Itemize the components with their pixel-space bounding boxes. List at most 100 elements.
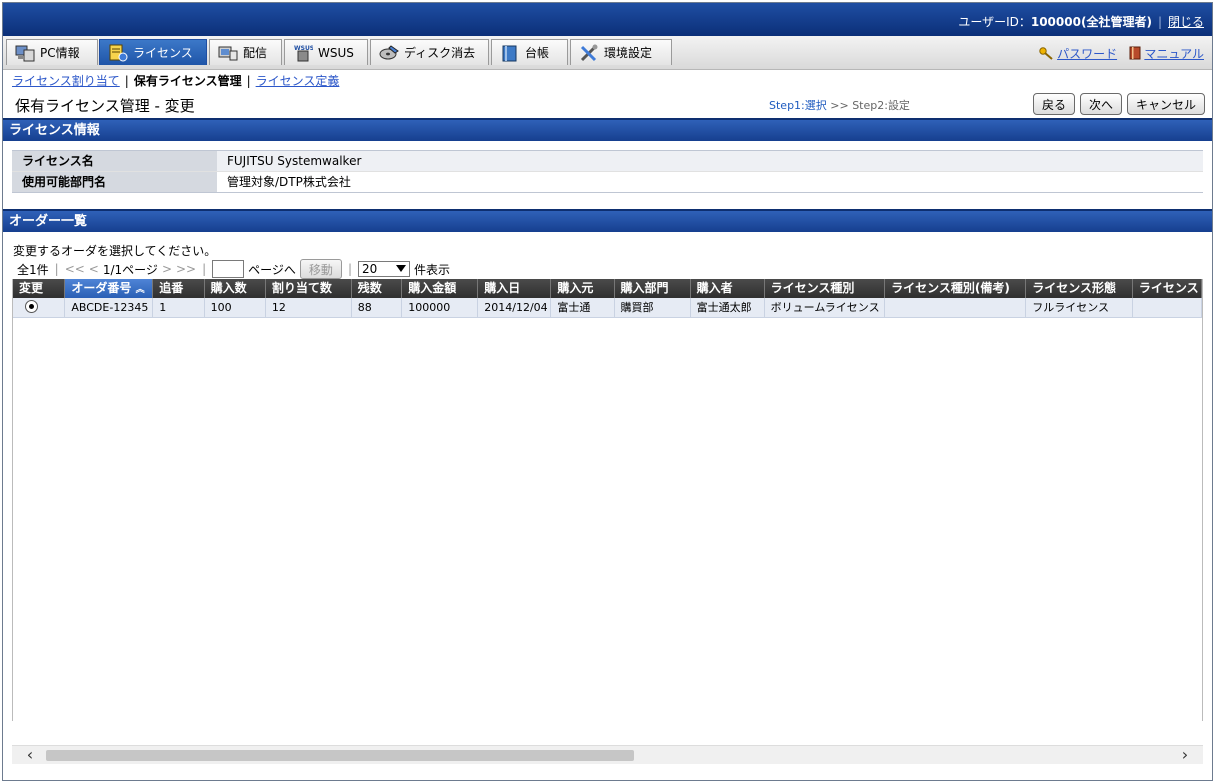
cell: 富士通 [551,298,615,317]
close-link[interactable]: 閉じる [1168,15,1204,29]
tab-settings[interactable]: 環境設定 [570,39,672,65]
breadcrumb: ライセンス割り当て | 保有ライセンス管理 | ライセンス定義 [12,74,340,88]
title-row: 保有ライセンス管理 - 変更 Step1:選択 >> Step2:設定 戻る 次… [3,92,1212,118]
cell: 2014/12/04 [478,298,552,317]
col-amount[interactable]: 購入金額 [402,279,479,298]
main-tabs: PC情報 ライセンス 配信 WSUS WSUS ディスク消去 台帳 環境設定 パ… [3,36,1212,70]
page-title: 保有ライセンス管理 - 変更 [15,97,195,115]
utility-links: パスワード マニュアル [1039,45,1204,62]
step2-label: Step2:設定 [852,99,910,112]
user-info: ユーザーID：100000(全社管理者) | 閉じる [958,15,1204,29]
prev-page-button[interactable]: < [89,262,99,276]
top-header: ユーザーID：100000(全社管理者) | 閉じる [3,3,1212,36]
subnav-license-assign[interactable]: ライセンス割り当て [12,74,120,88]
license-dept-row: 使用可能部門名 管理対象/DTP株式会社 [12,172,1203,192]
back-button[interactable]: 戻る [1032,93,1075,115]
col-vendor[interactable]: 購入元 [551,279,615,298]
tab-label: ライセンス [133,46,193,60]
col-license-type[interactable]: ライセンス種別 [765,279,886,298]
selected-radio[interactable] [25,300,38,313]
tab-ledger[interactable]: 台帳 [491,39,568,65]
order-grid: 変更 オーダ番号 ︽ 追番 購入数 割り当て数 残数 購入金額 購入日 購入元 … [12,279,1203,721]
last-page-button[interactable]: >> [176,262,196,276]
cell: 富士通太郎 [691,298,765,317]
cell: ボリュームライセンス [765,298,886,317]
cell: 100 [205,298,266,317]
col-assigned[interactable]: 割り当て数 [266,279,352,298]
grid-header: 変更 オーダ番号 ︽ 追番 購入数 割り当て数 残数 購入金額 購入日 購入元 … [13,279,1202,298]
license-name-label: ライセンス名 [12,151,217,171]
next-page-button[interactable]: > [162,262,172,276]
tab-label: 台帳 [525,46,550,60]
manual-link[interactable]: マニュアル [1144,47,1204,61]
tab-label: ディスク消去 [404,46,476,60]
cell: 購買部 [615,298,691,317]
step1-label: Step1:選択 [769,99,827,112]
pc-icon [15,44,35,62]
tab-license[interactable]: ライセンス [99,39,207,65]
distribution-icon [218,44,238,62]
total-count: 全1件 [17,262,49,277]
subnav-license-define[interactable]: ライセンス定義 [256,74,340,88]
ledger-icon [500,44,520,62]
license-icon [108,44,128,62]
col-purchaser[interactable]: 購入者 [691,279,765,298]
col-license-form[interactable]: ライセンス形態 [1026,279,1133,298]
license-dept-value: 管理対象/DTP株式会社 [217,172,1203,192]
key-icon [1039,47,1057,61]
tab-disk-erase[interactable]: ディスク消去 [370,39,489,65]
per-page-select[interactable]: 20 [357,261,410,277]
col-dept[interactable]: 購入部門 [615,279,691,298]
col-order-number[interactable]: オーダ番号 ︽ [65,279,154,298]
subnav-held-license: 保有ライセンス管理 [133,74,242,88]
col-license-type-note[interactable]: ライセンス種別(備考) [885,279,1027,298]
row-radio-cell[interactable] [13,298,66,317]
col-change[interactable]: 変更 [13,279,66,298]
next-button[interactable]: 次へ [1079,93,1122,115]
tab-label: PC情報 [40,46,80,60]
wsus-icon: WSUS [293,44,314,62]
col-order-number-label: オーダ番号 [71,281,132,295]
scrollbar-thumb[interactable] [46,750,634,761]
col-remaining[interactable]: 残数 [352,279,403,298]
move-button[interactable]: 移動 [299,259,342,279]
cell: ABCDE-12345 [65,298,154,317]
tab-wsus[interactable]: WSUS WSUS [284,39,368,65]
cancel-button[interactable]: キャンセル [1126,93,1205,115]
cell: フルライセンス [1026,298,1133,317]
page-info: 1/1ページ [102,262,158,277]
col-seq[interactable]: 追番 [153,279,205,298]
col-license-more[interactable]: ライセンス [1133,279,1202,298]
user-value: 100000(全社管理者) [1030,15,1152,29]
sort-ascending-icon: ︽ [135,285,145,295]
table-row[interactable]: ABCDE-12345 1 100 12 88 100000 2014/12/0… [13,298,1202,318]
cell: 88 [352,298,403,317]
first-page-button[interactable]: << [65,262,85,276]
col-purchase-date[interactable]: 購入日 [478,279,552,298]
license-info-table: ライセンス名 FUJITSU Systemwalker 使用可能部門名 管理対象… [12,150,1203,193]
step-indicator: Step1:選択 >> Step2:設定 [769,97,910,113]
page-number-input[interactable] [212,260,245,278]
tab-label: 環境設定 [604,46,653,60]
scroll-right-icon[interactable]: › [1175,746,1195,764]
order-list-header: オーダー一覧 [3,209,1212,232]
per-page-suffix: 件表示 [413,262,450,277]
col-quantity[interactable]: 購入数 [205,279,266,298]
user-label: ユーザーID： [958,15,1031,29]
disk-erase-icon [379,44,399,62]
horizontal-scrollbar[interactable]: ‹ › [12,745,1203,764]
tab-distribution[interactable]: 配信 [209,39,282,65]
step-separator: >> [830,99,849,112]
chevron-down-icon [395,265,406,272]
action-buttons: 戻る 次へ キャンセル [1032,93,1205,115]
tab-pc-info[interactable]: PC情報 [6,39,98,65]
cell [885,298,1027,317]
tab-label: WSUS [318,45,354,60]
cell [1133,298,1202,317]
cell: 12 [266,298,352,317]
license-info-header: ライセンス情報 [3,118,1212,141]
page-to-label: ページへ [248,262,296,277]
password-link[interactable]: パスワード [1057,47,1117,61]
pager: 全1件 | << < 1/1ページ > >> | ページへ 移動 | 20 件表… [3,259,1212,279]
scroll-left-icon[interactable]: ‹ [20,746,40,764]
